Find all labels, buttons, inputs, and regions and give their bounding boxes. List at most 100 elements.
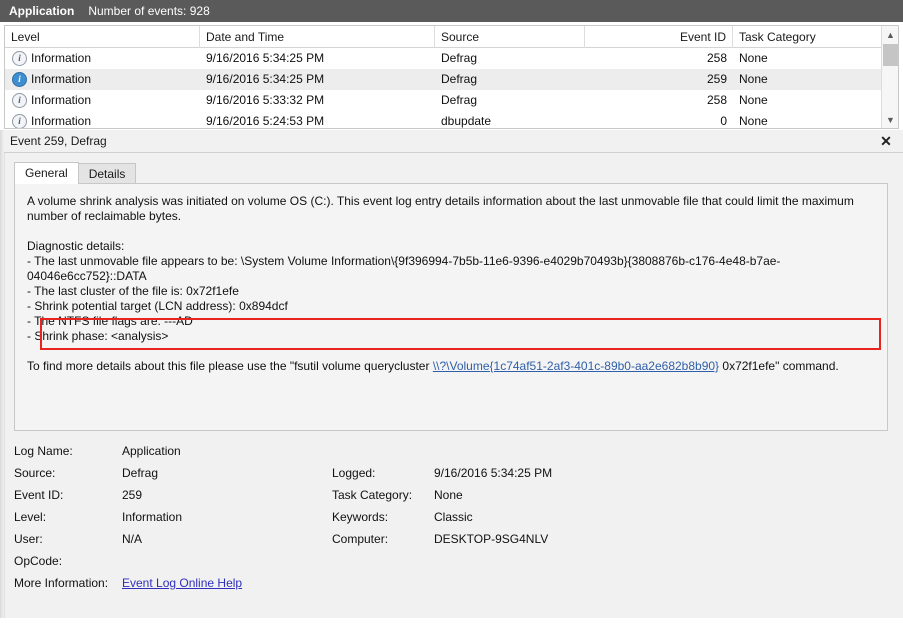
keywords-label: Keywords: [332,510,434,524]
event-description-text: A volume shrink analysis was initiated o… [27,194,875,374]
description-paragraph-1: A volume shrink analysis was initiated o… [27,194,875,224]
column-header-date-and-time[interactable]: Date and Time [200,26,435,48]
column-header-source[interactable]: Source [435,26,585,48]
cell-level-text: Information [31,111,91,129]
opcode-label: OpCode: [14,554,122,568]
table-row[interactable]: i Information 9/16/2016 5:33:32 PM Defra… [5,90,898,111]
source-value: Defrag [122,466,332,480]
table-row[interactable]: i Information 9/16/2016 5:34:25 PM Defra… [5,48,898,69]
querycluster-prefix: To find more details about this file ple… [27,359,433,373]
metadata-row-event-id: Event ID: 259 Task Category: None [14,484,888,506]
cell-level: i Information [5,90,200,111]
shrink-phase-line: - Shrink phase: <analysis> [27,329,875,344]
cell-level: i Information [5,69,200,90]
tab-details[interactable]: Details [78,163,137,184]
cell-event-id: 258 [585,48,733,69]
cell-level: i Information [5,111,200,129]
metadata-row-log-name: Log Name: Application [14,440,888,462]
event-id-value: 259 [122,488,332,502]
cell-event-id: 0 [585,111,733,129]
diagnostic-details-heading: Diagnostic details: [27,239,875,254]
last-cluster-line: - The last cluster of the file is: 0x72f… [27,284,875,299]
user-label: User: [14,532,122,546]
event-id-label: Event ID: [14,488,122,502]
event-detail-titlebar: Event 259, Defrag ✕ [0,130,903,153]
information-icon: i [12,72,27,87]
description-spacer [27,224,875,239]
level-label: Level: [14,510,122,524]
cell-source: Defrag [435,90,585,111]
source-label: Source: [14,466,122,480]
volume-path-link[interactable]: \\?\Volume{1c74af51-2af3-401c-89b0-aa2e6… [433,359,719,373]
computer-label: Computer: [332,532,434,546]
metadata-row-source: Source: Defrag Logged: 9/16/2016 5:34:25… [14,462,888,484]
cell-task-category: None [733,111,883,129]
cell-level: i Information [5,48,200,69]
window-left-edge [0,130,4,623]
column-header-level[interactable]: Level [5,26,200,48]
cell-level-text: Information [31,90,91,111]
scrollbar-thumb[interactable] [883,44,898,66]
tab-general[interactable]: General [14,162,79,184]
event-description-box[interactable]: A volume shrink analysis was initiated o… [14,183,888,431]
table-row[interactable]: i Information 9/16/2016 5:24:53 PM dbupd… [5,111,898,129]
cell-task-category: None [733,69,883,90]
metadata-row-more-information: More Information: Event Log Online Help [14,572,888,594]
metadata-row-opcode: OpCode: [14,550,888,572]
cell-level-text: Information [31,48,91,69]
window-bottom-edge [0,618,903,623]
column-header-task-category[interactable]: Task Category [733,26,883,48]
keywords-value: Classic [434,510,888,524]
log-header-bar: Application Number of events: 928 [0,0,903,22]
cell-date: 9/16/2016 5:33:32 PM [200,90,435,111]
information-icon: i [12,51,27,66]
level-value: Information [122,510,332,524]
cell-source: Defrag [435,48,585,69]
ntfs-flags-line: - The NTFS file flags are: ---AD [27,314,875,329]
task-category-label: Task Category: [332,488,434,502]
information-icon: i [12,93,27,108]
description-spacer [27,344,875,359]
event-detail-pane: Event 259, Defrag ✕ General Details A vo… [0,130,903,623]
cell-date: 9/16/2016 5:34:25 PM [200,48,435,69]
event-list-scrollbar[interactable]: ▲ ▼ [881,26,898,128]
event-metadata-grid: Log Name: Application Source: Defrag Log… [14,440,888,610]
unmovable-file-line: - The last unmovable file appears to be:… [27,254,875,284]
metadata-row-user: User: N/A Computer: DESKTOP-9SG4NLV [14,528,888,550]
cell-event-id: 258 [585,90,733,111]
cell-date: 9/16/2016 5:34:25 PM [200,69,435,90]
table-row-selected[interactable]: i Information 9/16/2016 5:34:25 PM Defra… [5,69,898,90]
task-category-value: None [434,488,888,502]
event-count-label: Number of events: 928 [88,4,209,18]
log-name-label: Log Name: [14,444,122,458]
computer-value: DESKTOP-9SG4NLV [434,532,888,546]
cell-task-category: None [733,90,883,111]
cell-level-text: Information [31,69,91,90]
chevron-down-icon[interactable]: ▼ [882,111,899,128]
querycluster-instruction: To find more details about this file ple… [27,359,875,374]
close-icon[interactable]: ✕ [869,130,903,152]
column-header-event-id[interactable]: Event ID [585,26,733,48]
cell-date: 9/16/2016 5:24:53 PM [200,111,435,129]
more-information-label: More Information: [14,576,122,590]
cell-task-category: None [733,48,883,69]
user-value: N/A [122,532,332,546]
event-log-online-help-link[interactable]: Event Log Online Help [122,576,332,590]
cell-source: Defrag [435,69,585,90]
chevron-up-icon[interactable]: ▲ [882,26,899,43]
detail-tabs: General Details [14,162,889,184]
logged-label: Logged: [332,466,434,480]
metadata-row-level: Level: Information Keywords: Classic [14,506,888,528]
logged-value: 9/16/2016 5:34:25 PM [434,466,888,480]
cell-event-id: 259 [585,69,733,90]
shrink-target-line: - Shrink potential target (LCN address):… [27,299,875,314]
event-list-rows: i Information 9/16/2016 5:34:25 PM Defra… [5,48,898,129]
information-icon: i [12,114,27,129]
querycluster-suffix: 0x72f1efe" command. [719,359,839,373]
log-name-label: Application [9,4,74,18]
log-name-value: Application [122,444,332,458]
event-list-header: Level Date and Time Source Event ID Task… [5,26,898,48]
event-detail-title: Event 259, Defrag [0,134,869,148]
cell-source: dbupdate [435,111,585,129]
event-list[interactable]: Level Date and Time Source Event ID Task… [4,25,899,129]
